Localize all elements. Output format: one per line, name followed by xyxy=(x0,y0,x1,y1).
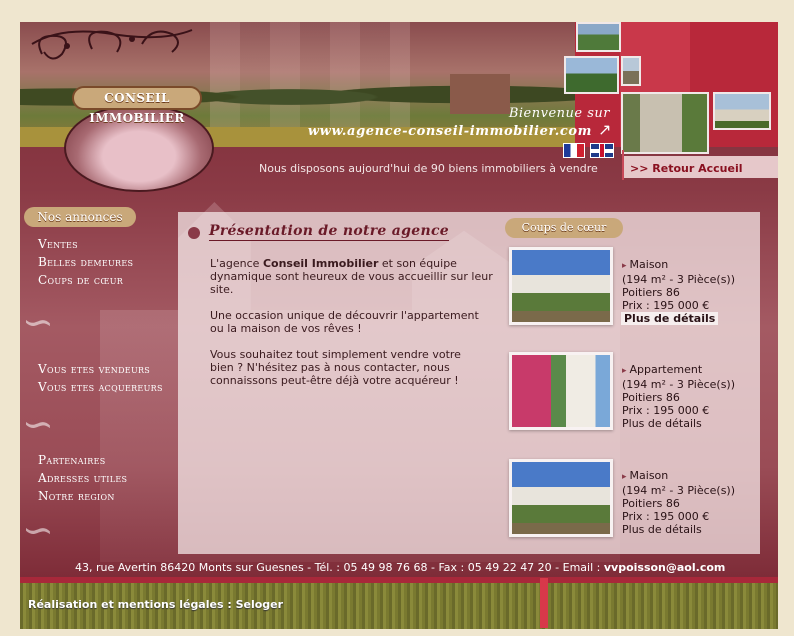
nav-item-belles-demeures[interactable]: Belles demeures xyxy=(38,255,133,269)
retour-accueil-link[interactable]: >> Retour Accueil xyxy=(630,162,742,175)
occasion-paragraph: Une occasion unique de découvrir l'appar… xyxy=(210,309,479,335)
arrow-icon: ↗ xyxy=(598,120,612,139)
swirl-ornament-icon: ∽ xyxy=(22,508,54,552)
nav-item-adresses-utiles[interactable]: Adresses utiles xyxy=(38,471,127,485)
coups-de-coeur-badge: Coups de cœur xyxy=(505,218,623,238)
thumbnail-path-photo xyxy=(576,22,621,52)
swirl-ornament-icon: ∽ xyxy=(22,300,54,344)
nav-item-ventes[interactable]: Ventes xyxy=(38,237,78,251)
flag-fr-icon[interactable] xyxy=(563,143,585,158)
swirl-ornament-icon: ∽ xyxy=(22,402,54,446)
footer-post xyxy=(540,578,548,628)
listing-photo[interactable] xyxy=(509,247,613,325)
thumbnail-windmill-photo xyxy=(621,56,641,86)
credits-link[interactable]: Réalisation et mentions légales : Seloge… xyxy=(28,598,283,611)
thumbnail-house-door-photo xyxy=(621,92,709,154)
nav-item-partenaires[interactable]: Partenaires xyxy=(38,453,106,467)
listing-item: ▸ Appartement (194 m² - 3 Pièce(s)) Poiti… xyxy=(622,363,736,430)
email-link[interactable]: vvpoisson@aol.com xyxy=(604,561,726,574)
welcome-text: Bienvenue sur xyxy=(508,106,610,121)
flag-uk-icon[interactable] xyxy=(590,143,614,158)
bullet-icon xyxy=(188,227,200,239)
nav-item-vendeurs[interactable]: Vous etes vendeurs xyxy=(38,362,150,376)
listing-photo[interactable] xyxy=(509,352,613,430)
listing-item: ▸ Maison (194 m² - 3 Pièce(s)) Poitiers 8… xyxy=(621,258,736,325)
listing-count-tagline: Nous disposons aujourd'hui de 90 biens i… xyxy=(259,162,598,175)
site-url: www.agence-conseil-immobilier.com xyxy=(307,124,592,139)
listing-photo[interactable] xyxy=(509,459,613,537)
contact-paragraph: Vous souhaitez tout simplement vendre vo… xyxy=(210,348,461,387)
thumbnail-tower-photo xyxy=(713,92,771,130)
wrought-iron-sign-icon xyxy=(31,29,193,60)
nav-item-coups-de-coeur[interactable]: Coups de cœur xyxy=(38,273,123,287)
pin-icon: ▸ xyxy=(622,366,627,376)
logo-text[interactable]: CONSEIL IMMOBILIER xyxy=(72,86,202,125)
page-title: Présentation de notre agence xyxy=(209,223,449,241)
nav-item-acquereurs[interactable]: Vous etes acquereurs xyxy=(38,380,163,394)
pin-icon: ▸ xyxy=(622,472,627,482)
details-link[interactable]: Plus de détails xyxy=(621,312,719,325)
thumbnail-lake-photo xyxy=(564,56,619,94)
details-link[interactable]: Plus de détails xyxy=(622,523,702,536)
listing-item: ▸ Maison (194 m² - 3 Pièce(s)) Poitiers 8… xyxy=(622,469,736,536)
nav-item-notre-region[interactable]: Notre region xyxy=(38,489,115,503)
nav-badge-nos-annonces: Nos annonces xyxy=(24,207,136,227)
contact-address: 43, rue Avertin 86420 Monts sur Guesnes … xyxy=(75,561,726,574)
agency-name: Conseil Immobilier xyxy=(262,257,379,270)
details-link[interactable]: Plus de détails xyxy=(622,417,702,430)
intro-paragraph: L'agence Conseil Immobilier et son équip… xyxy=(210,257,493,296)
pin-icon: ▸ xyxy=(622,261,627,271)
